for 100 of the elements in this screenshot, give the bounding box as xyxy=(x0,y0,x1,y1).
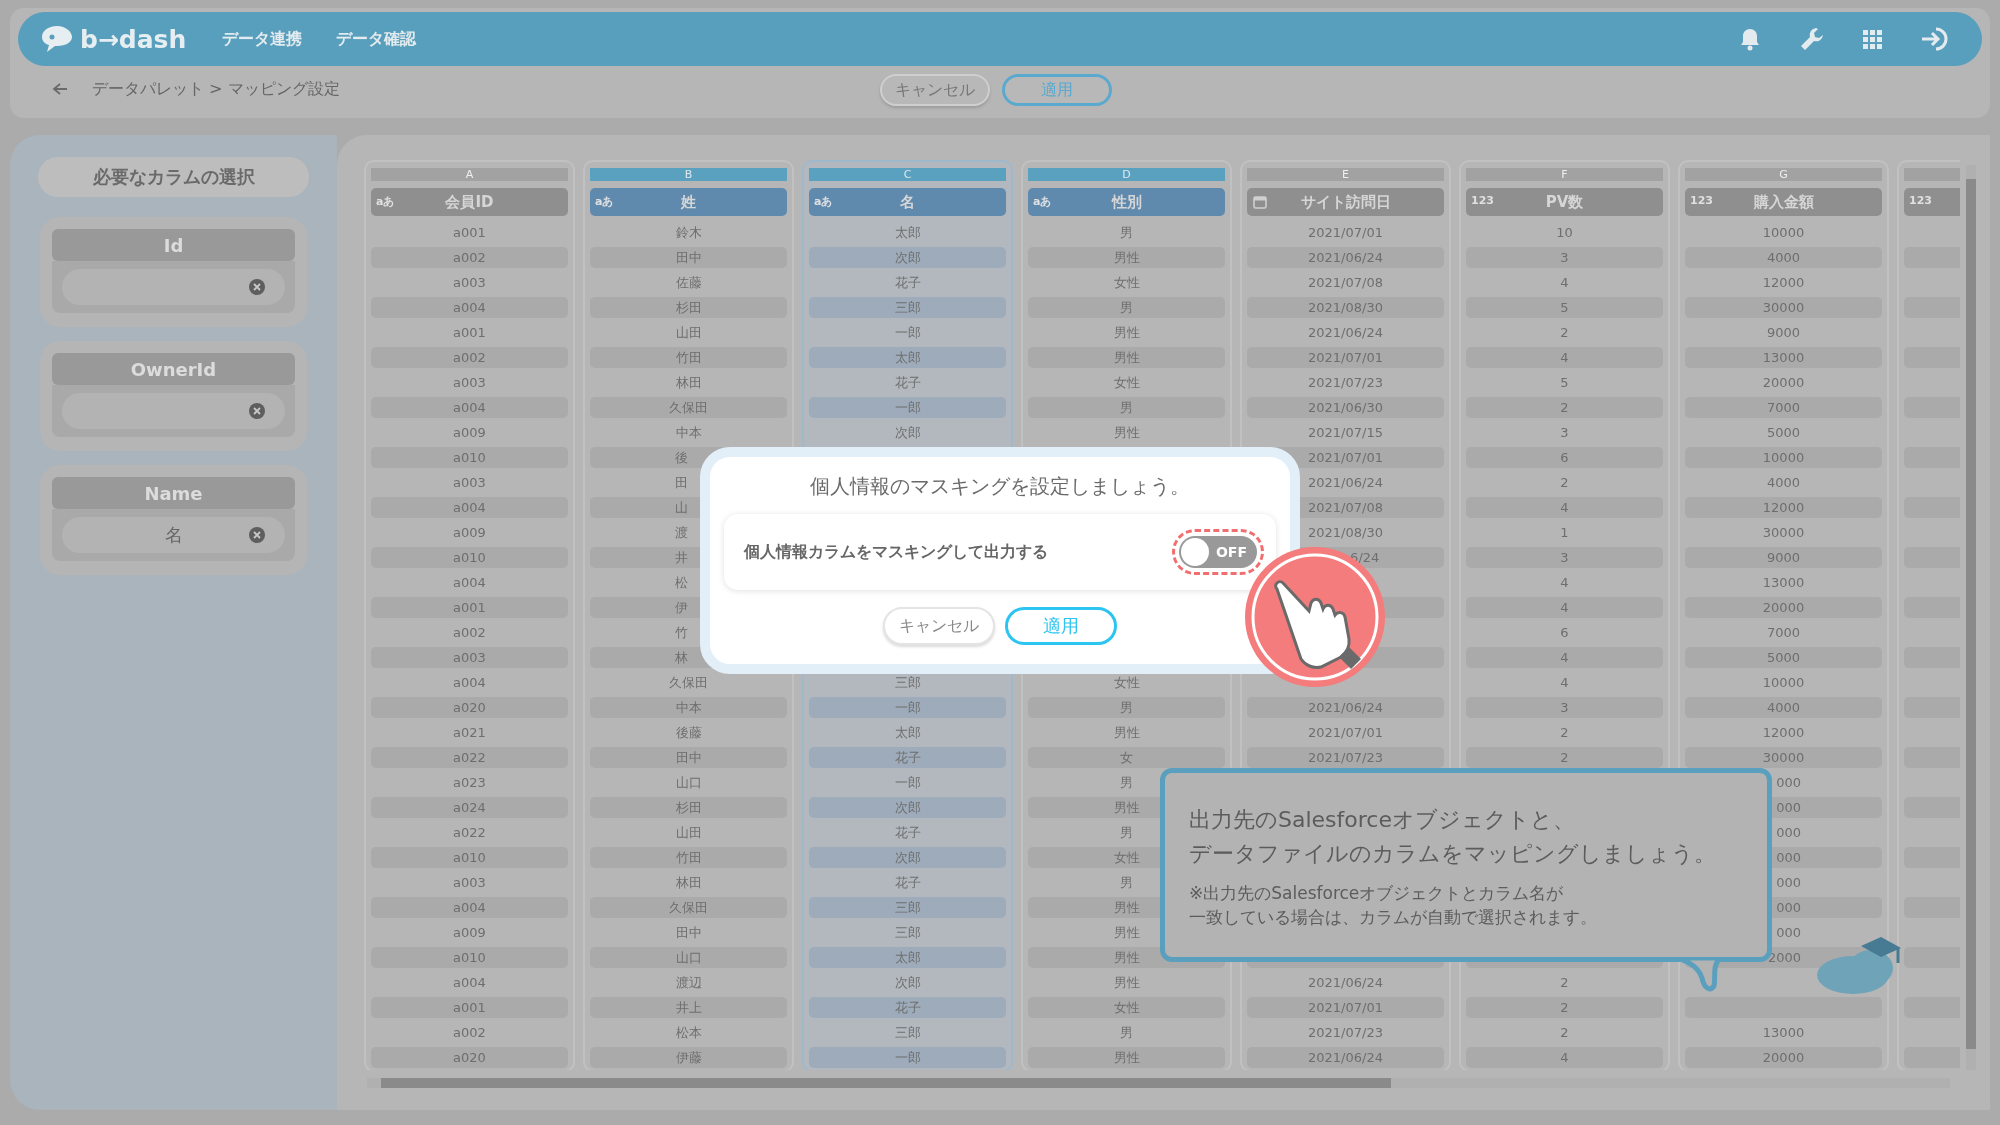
table-cell: 男性 xyxy=(1113,423,1140,442)
scroll-thumb[interactable] xyxy=(381,1078,1391,1088)
table-cell: 男 xyxy=(1120,298,1133,317)
table-cell: 2 xyxy=(1560,975,1569,990)
column-letter-bar: B xyxy=(590,168,787,181)
table-cell: a003 xyxy=(453,375,486,390)
table-cell: 伊藤 xyxy=(675,1048,702,1067)
column-select-field[interactable] xyxy=(62,393,285,429)
table-cell: 2 xyxy=(1560,1000,1569,1015)
horizontal-scrollbar[interactable] xyxy=(367,1078,1950,1088)
table-cell: 次郎 xyxy=(894,973,921,992)
field-value: 名 xyxy=(164,523,183,547)
type-label: aあ xyxy=(1033,194,1052,209)
column-letter-bar: F xyxy=(1466,168,1663,181)
table-cell: 三郎 xyxy=(894,898,921,917)
table-cell: 12000 xyxy=(1762,275,1805,290)
grid-icon[interactable] xyxy=(1863,29,1882,49)
toggle-switch[interactable]: OFF xyxy=(1179,536,1257,568)
column-name: PV数 xyxy=(1545,192,1584,212)
back-icon[interactable] xyxy=(52,82,68,96)
type-label: 123 xyxy=(1471,194,1494,207)
wrench-icon[interactable] xyxy=(1799,26,1825,52)
column-header[interactable]: 123 購入金額 xyxy=(1685,188,1882,216)
bell-icon[interactable] xyxy=(1739,27,1761,51)
table-cell: 男 xyxy=(1120,873,1133,892)
table-cell: 13000 xyxy=(1762,350,1805,365)
table-cell: 後藤 xyxy=(675,723,702,742)
menu-item[interactable]: データ確認 xyxy=(336,28,417,50)
cancel-button[interactable]: キャンセル xyxy=(880,74,990,106)
table-cell: 男性 xyxy=(1113,973,1140,992)
table-cell: a010 xyxy=(453,850,486,865)
table-cell: 竹 xyxy=(674,623,688,642)
table-cell: 林 xyxy=(674,648,688,667)
menu-item[interactable]: データ連携 xyxy=(222,28,303,50)
column-select-field[interactable]: 名 xyxy=(62,517,285,553)
table-cell: a010 xyxy=(453,550,486,565)
table-cell: 花子 xyxy=(894,998,921,1017)
table-cell: 000 xyxy=(1776,850,1802,865)
table-cell: 松 xyxy=(674,573,688,592)
table-cell: 女性 xyxy=(1113,998,1140,1017)
table-cell: 久保田 xyxy=(669,398,708,417)
table-cell: 三郎 xyxy=(894,1023,921,1042)
type-label: aあ xyxy=(595,194,614,209)
table-cell: 2021/07/01 xyxy=(1308,225,1383,240)
column-header[interactable]: aあ 性別 xyxy=(1028,188,1225,216)
type-label: 123 xyxy=(1690,194,1713,207)
apply-button[interactable]: 適用 xyxy=(1002,74,1112,106)
column-header[interactable]: サイト訪問日 xyxy=(1247,188,1444,216)
table-cell: 女 xyxy=(1120,748,1133,767)
table-cell: 男性 xyxy=(1113,348,1140,367)
table-cell: 9000 xyxy=(1766,550,1801,565)
table-cell: 竹田 xyxy=(675,348,702,367)
column-letter-bar: D xyxy=(1028,168,1225,181)
table-cell: a001 xyxy=(453,325,486,340)
table-cell: 2 xyxy=(1560,725,1569,740)
table-cell: 4 xyxy=(1560,350,1569,365)
column-header[interactable]: aあ 姓 xyxy=(590,188,787,216)
table-cell: 竹田 xyxy=(675,848,702,867)
table-cell: 2021/07/01 xyxy=(1308,725,1383,740)
column-header[interactable]: 123 PV数 xyxy=(1466,188,1663,216)
table-cell: 久保田 xyxy=(669,898,708,917)
table-cell: a022 xyxy=(453,825,486,840)
table-cell: 2021/06/24 xyxy=(1308,975,1383,990)
column-name: 名 xyxy=(900,192,915,212)
table-cell: 2021/08/30 xyxy=(1308,525,1383,540)
logo-text[interactable]: b→dash xyxy=(80,24,187,54)
column-header[interactable]: 123 xyxy=(1904,188,1960,216)
table-cell: 花子 xyxy=(894,273,921,292)
table-cell: 2021/07/01 xyxy=(1308,1000,1383,1015)
table-cell: a010 xyxy=(453,950,486,965)
column-name: 姓 xyxy=(681,192,696,212)
table-cell: 4 xyxy=(1560,1050,1569,1065)
table-cell: 佐藤 xyxy=(675,273,702,292)
table-cell: 2021/06/24 xyxy=(1308,1050,1383,1065)
table-cell: a001 xyxy=(453,225,486,240)
table-cell: 太郎 xyxy=(894,948,921,967)
clear-icon[interactable] xyxy=(249,403,265,419)
table-cell: 2021/07/01 xyxy=(1308,350,1383,365)
table-cell: 2021/06/24 xyxy=(1308,475,1383,490)
table-cell: 3 xyxy=(1560,250,1569,265)
table-cell: 10000 xyxy=(1762,225,1805,240)
table-cell: 女性 xyxy=(1113,673,1140,692)
column-select-field[interactable] xyxy=(62,269,285,305)
type-label: aあ xyxy=(376,194,395,209)
table-cell: 2 xyxy=(1560,325,1569,340)
cancel-button[interactable]: キャンセル xyxy=(883,607,995,645)
column-header[interactable]: aあ 名 xyxy=(809,188,1006,216)
table-cell: 20000 xyxy=(1762,600,1805,615)
table-cell: 4 xyxy=(1560,275,1569,290)
apply-button[interactable]: 適用 xyxy=(1005,607,1117,645)
column-letter-bar: E xyxy=(1247,168,1444,181)
table-cell: 次郎 xyxy=(894,423,921,442)
clear-icon[interactable] xyxy=(249,527,265,543)
table-cell: 30000 xyxy=(1762,300,1805,315)
table-cell: 10000 xyxy=(1762,450,1805,465)
table-cell: 3 xyxy=(1560,550,1569,565)
column-header[interactable]: aあ 会員ID xyxy=(371,188,568,216)
column-label: Id xyxy=(52,229,295,261)
table-cell: 男性 xyxy=(1113,323,1140,342)
clear-icon[interactable] xyxy=(249,279,265,295)
